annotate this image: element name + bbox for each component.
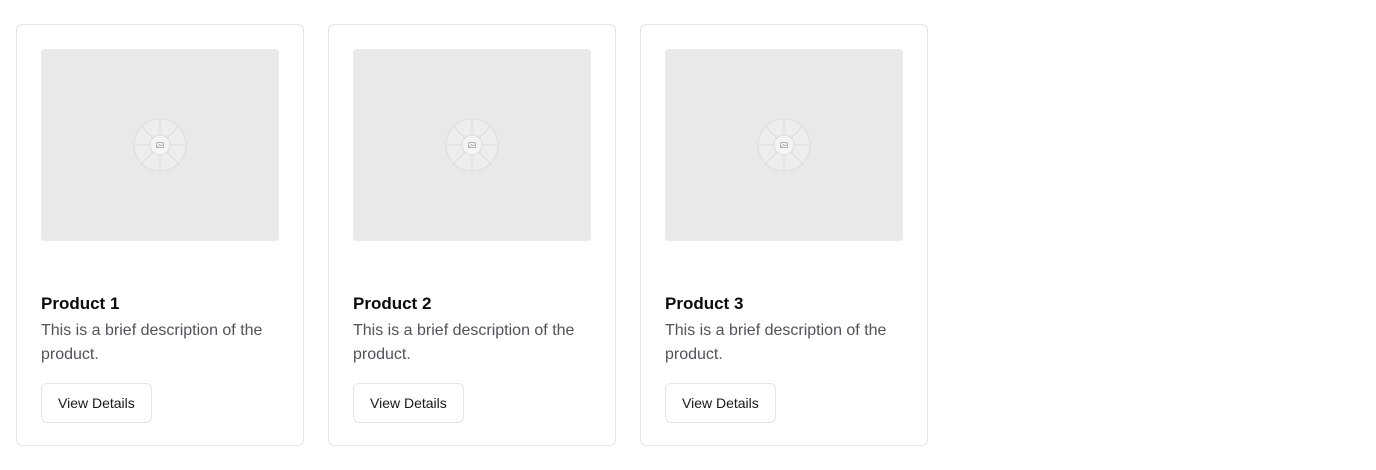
product-image <box>41 49 279 241</box>
view-details-button[interactable]: View Details <box>41 383 152 423</box>
product-image <box>665 49 903 241</box>
view-details-button[interactable]: View Details <box>353 383 464 423</box>
image-placeholder-icon <box>445 118 499 172</box>
view-details-button[interactable]: View Details <box>665 383 776 423</box>
product-card: Product 2 This is a brief description of… <box>328 24 616 446</box>
product-title: Product 2 <box>353 294 432 313</box>
product-grid: Product 1 This is a brief description of… <box>16 24 928 446</box>
product-card: Product 1 This is a brief description of… <box>16 24 304 446</box>
product-title: Product 3 <box>665 294 744 313</box>
image-placeholder-icon <box>133 118 187 172</box>
product-title: Product 1 <box>41 294 120 313</box>
product-card: Product 3 This is a brief description of… <box>640 24 928 446</box>
image-placeholder-icon <box>757 118 811 172</box>
product-description: This is a brief description of the produ… <box>353 322 575 363</box>
product-image <box>353 49 591 241</box>
product-description: This is a brief description of the produ… <box>41 322 263 363</box>
product-description: This is a brief description of the produ… <box>665 322 887 363</box>
